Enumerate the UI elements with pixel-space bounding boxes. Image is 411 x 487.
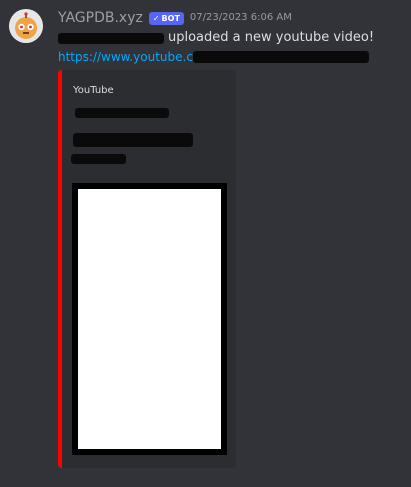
- bot-badge: ✓ BOT: [148, 11, 184, 25]
- youtube-embed: YouTube: [58, 70, 236, 468]
- verified-check-icon: ✓: [152, 13, 160, 23]
- message-header: YAGPDB.xyz ✓ BOT 07/23/2023 6:06 AM: [58, 9, 292, 27]
- video-link-text[interactable]: https://www.youtube.c: [58, 49, 193, 65]
- author-username[interactable]: YAGPDB.xyz: [58, 9, 143, 27]
- message-text: uploaded a new youtube video!: [168, 30, 375, 45]
- video-thumbnail[interactable]: [72, 183, 227, 455]
- redacted-embed-title: [73, 133, 193, 147]
- video-thumbnail-image: [78, 189, 221, 449]
- embed-provider[interactable]: YouTube: [73, 85, 114, 97]
- redacted-embed-title-line2: [71, 154, 126, 164]
- redacted-link-remainder: [192, 51, 369, 63]
- video-link[interactable]: https://www.youtube.c: [58, 49, 369, 65]
- bot-badge-label: BOT: [161, 13, 180, 23]
- avatar[interactable]: [9, 9, 43, 43]
- message-timestamp[interactable]: 07/23/2023 6:06 AM: [190, 9, 292, 27]
- redacted-embed-author: [75, 108, 169, 118]
- redacted-channel-name: [58, 32, 164, 44]
- message-content: uploaded a new youtube video!: [58, 29, 374, 47]
- robot-icon: [9, 9, 43, 43]
